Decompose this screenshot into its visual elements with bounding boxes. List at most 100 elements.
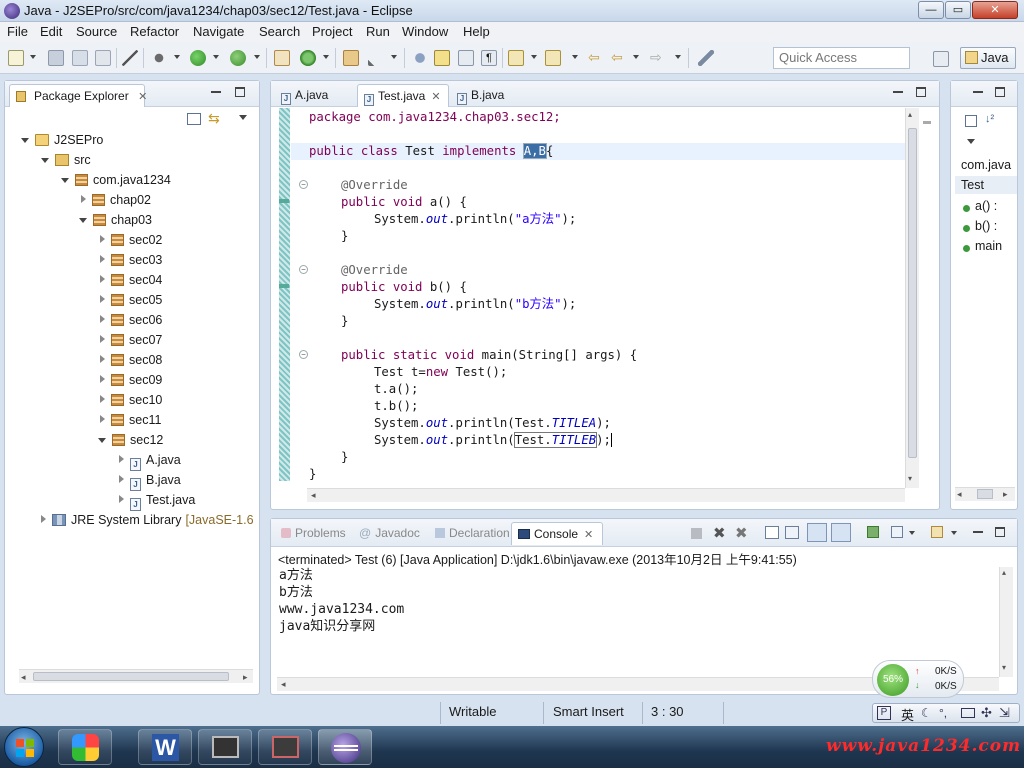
tree-item[interactable]: sec09: [98, 370, 162, 390]
tab-console[interactable]: Console ✕: [511, 522, 603, 545]
horizontal-scrollbar[interactable]: ◂: [307, 488, 905, 502]
tree-item[interactable]: sec02: [98, 230, 162, 250]
tab-javadoc[interactable]: @ Javadoc: [353, 522, 426, 545]
save-icon[interactable]: [48, 50, 64, 66]
overview-marker[interactable]: [923, 121, 931, 124]
tab-declaration[interactable]: Declaration: [429, 522, 516, 545]
java-perspective-button[interactable]: Java: [960, 47, 1016, 69]
pin-console-icon[interactable]: [867, 526, 879, 538]
collapse-arrow-icon[interactable]: [100, 315, 105, 323]
ime-punctuation-icon[interactable]: °,: [939, 706, 947, 720]
collapse-arrow-icon[interactable]: [100, 235, 105, 243]
terminate-icon[interactable]: [691, 528, 702, 539]
collapse-arrow-icon[interactable]: [100, 395, 105, 403]
ime-moon-icon[interactable]: ☾: [921, 706, 932, 720]
scroll-right-icon[interactable]: ▸: [243, 672, 248, 683]
tree-item[interactable]: sec10: [98, 390, 162, 410]
remove-launch-icon[interactable]: ✖: [713, 524, 726, 542]
tree-item[interactable]: J A.java: [117, 450, 181, 471]
ime-language[interactable]: 英: [901, 705, 914, 724]
print-icon[interactable]: [95, 50, 111, 66]
show-on-output-icon[interactable]: [807, 523, 827, 542]
link-with-editor-icon[interactable]: ⇆: [208, 111, 220, 125]
pin-editor-icon[interactable]: [698, 50, 714, 66]
vertical-scrollbar[interactable]: ▴ ▾: [999, 567, 1013, 677]
previous-annotation-dropdown-arrow-icon[interactable]: [572, 55, 578, 59]
show-whitespace-icon[interactable]: ¶: [481, 50, 497, 66]
expand-arrow-icon[interactable]: [41, 158, 49, 163]
tree-item[interactable]: J Test.java: [117, 490, 195, 511]
run-dropdown-arrow-icon[interactable]: [213, 55, 219, 59]
display-console-dropdown-arrow-icon[interactable]: [909, 531, 915, 535]
minimize-icon[interactable]: [973, 527, 983, 533]
fold-toggle-icon[interactable]: −: [299, 265, 308, 274]
open-console-icon[interactable]: [931, 526, 943, 538]
outline-member-main[interactable]: main: [975, 239, 1002, 253]
fold-toggle-icon[interactable]: −: [299, 180, 308, 189]
ime-tools-icon[interactable]: ✣: [981, 705, 992, 721]
previous-annotation-icon[interactable]: [545, 50, 561, 66]
open-task-icon[interactable]: [368, 50, 384, 66]
ime-toolbar[interactable]: P 英 ☾ °, ✣ ⇲: [872, 703, 1020, 723]
minimize-icon[interactable]: [893, 87, 903, 93]
next-annotation-icon[interactable]: [508, 50, 524, 66]
show-on-error-icon[interactable]: [831, 523, 851, 542]
last-edit-location-icon[interactable]: ⇦: [588, 50, 604, 66]
collapse-arrow-icon[interactable]: [81, 195, 86, 203]
view-menu-icon[interactable]: [967, 139, 975, 144]
scrollbar-thumb[interactable]: [908, 128, 917, 458]
menu-file[interactable]: File: [7, 24, 28, 39]
open-type-icon[interactable]: [343, 50, 359, 66]
maximize-icon[interactable]: [916, 87, 926, 97]
tree-item[interactable]: sec05: [98, 290, 162, 310]
menu-search[interactable]: Search: [259, 24, 300, 39]
collapse-arrow-icon[interactable]: [100, 295, 105, 303]
collapse-arrow-icon[interactable]: [100, 335, 105, 343]
quick-access-input[interactable]: Quick Access: [773, 47, 910, 69]
forward-icon[interactable]: ⇨: [650, 50, 666, 66]
menu-navigate[interactable]: Navigate: [193, 24, 244, 39]
close-button[interactable]: ✕: [972, 1, 1018, 19]
view-menu-icon[interactable]: [239, 115, 247, 120]
menu-help[interactable]: Help: [463, 24, 490, 39]
close-icon[interactable]: ✕: [431, 90, 440, 103]
scrollbar-thumb[interactable]: [977, 489, 993, 499]
scrollbar-thumb[interactable]: [33, 672, 229, 681]
tab-problems[interactable]: Problems: [275, 522, 352, 545]
clear-console-icon[interactable]: [765, 526, 779, 539]
scroll-down-icon[interactable]: ▾: [1002, 663, 1006, 672]
expand-arrow-icon[interactable]: [98, 438, 106, 443]
expand-arrow-icon[interactable]: [61, 178, 69, 183]
vertical-scrollbar[interactable]: ▴ ▾: [905, 108, 919, 488]
back-dropdown-arrow-icon[interactable]: [633, 55, 639, 59]
menu-source[interactable]: Source: [76, 24, 117, 39]
back-icon[interactable]: ⇦: [611, 50, 627, 66]
collapse-arrow-icon[interactable]: [119, 455, 124, 463]
sort-icon[interactable]: ↓²: [985, 113, 994, 125]
collapse-arrow-icon[interactable]: [41, 515, 46, 523]
tree-item[interactable]: sec12: [98, 430, 163, 450]
menu-window[interactable]: Window: [402, 24, 448, 39]
run-icon[interactable]: [190, 50, 206, 66]
scroll-lock-icon[interactable]: [785, 526, 799, 539]
open-perspective-icon[interactable]: [933, 51, 949, 67]
new-class-dropdown-arrow-icon[interactable]: [323, 55, 329, 59]
new-class-icon[interactable]: [300, 50, 316, 66]
tree-item[interactable]: sec06: [98, 310, 162, 330]
tab-test-java[interactable]: J Test.java ✕: [357, 84, 449, 107]
remove-all-terminated-icon[interactable]: ✖: [735, 524, 748, 542]
collapse-arrow-icon[interactable]: [100, 415, 105, 423]
tree-item[interactable]: chap03: [79, 210, 152, 230]
open-console-dropdown-arrow-icon[interactable]: [951, 531, 957, 535]
scroll-up-icon[interactable]: ▴: [908, 110, 912, 119]
expand-arrow-icon[interactable]: [21, 138, 29, 143]
external-tools-icon[interactable]: [230, 50, 246, 66]
external-tools-dropdown-arrow-icon[interactable]: [254, 55, 260, 59]
tree-item[interactable]: src: [41, 150, 91, 170]
taskbar-app-eclipse[interactable]: [318, 729, 372, 765]
collapse-all-icon[interactable]: [187, 113, 201, 125]
outline-member-b[interactable]: b() :: [975, 219, 997, 233]
collapse-all-icon[interactable]: [965, 115, 977, 127]
expand-arrow-icon[interactable]: [79, 218, 87, 223]
menu-edit[interactable]: Edit: [40, 24, 62, 39]
